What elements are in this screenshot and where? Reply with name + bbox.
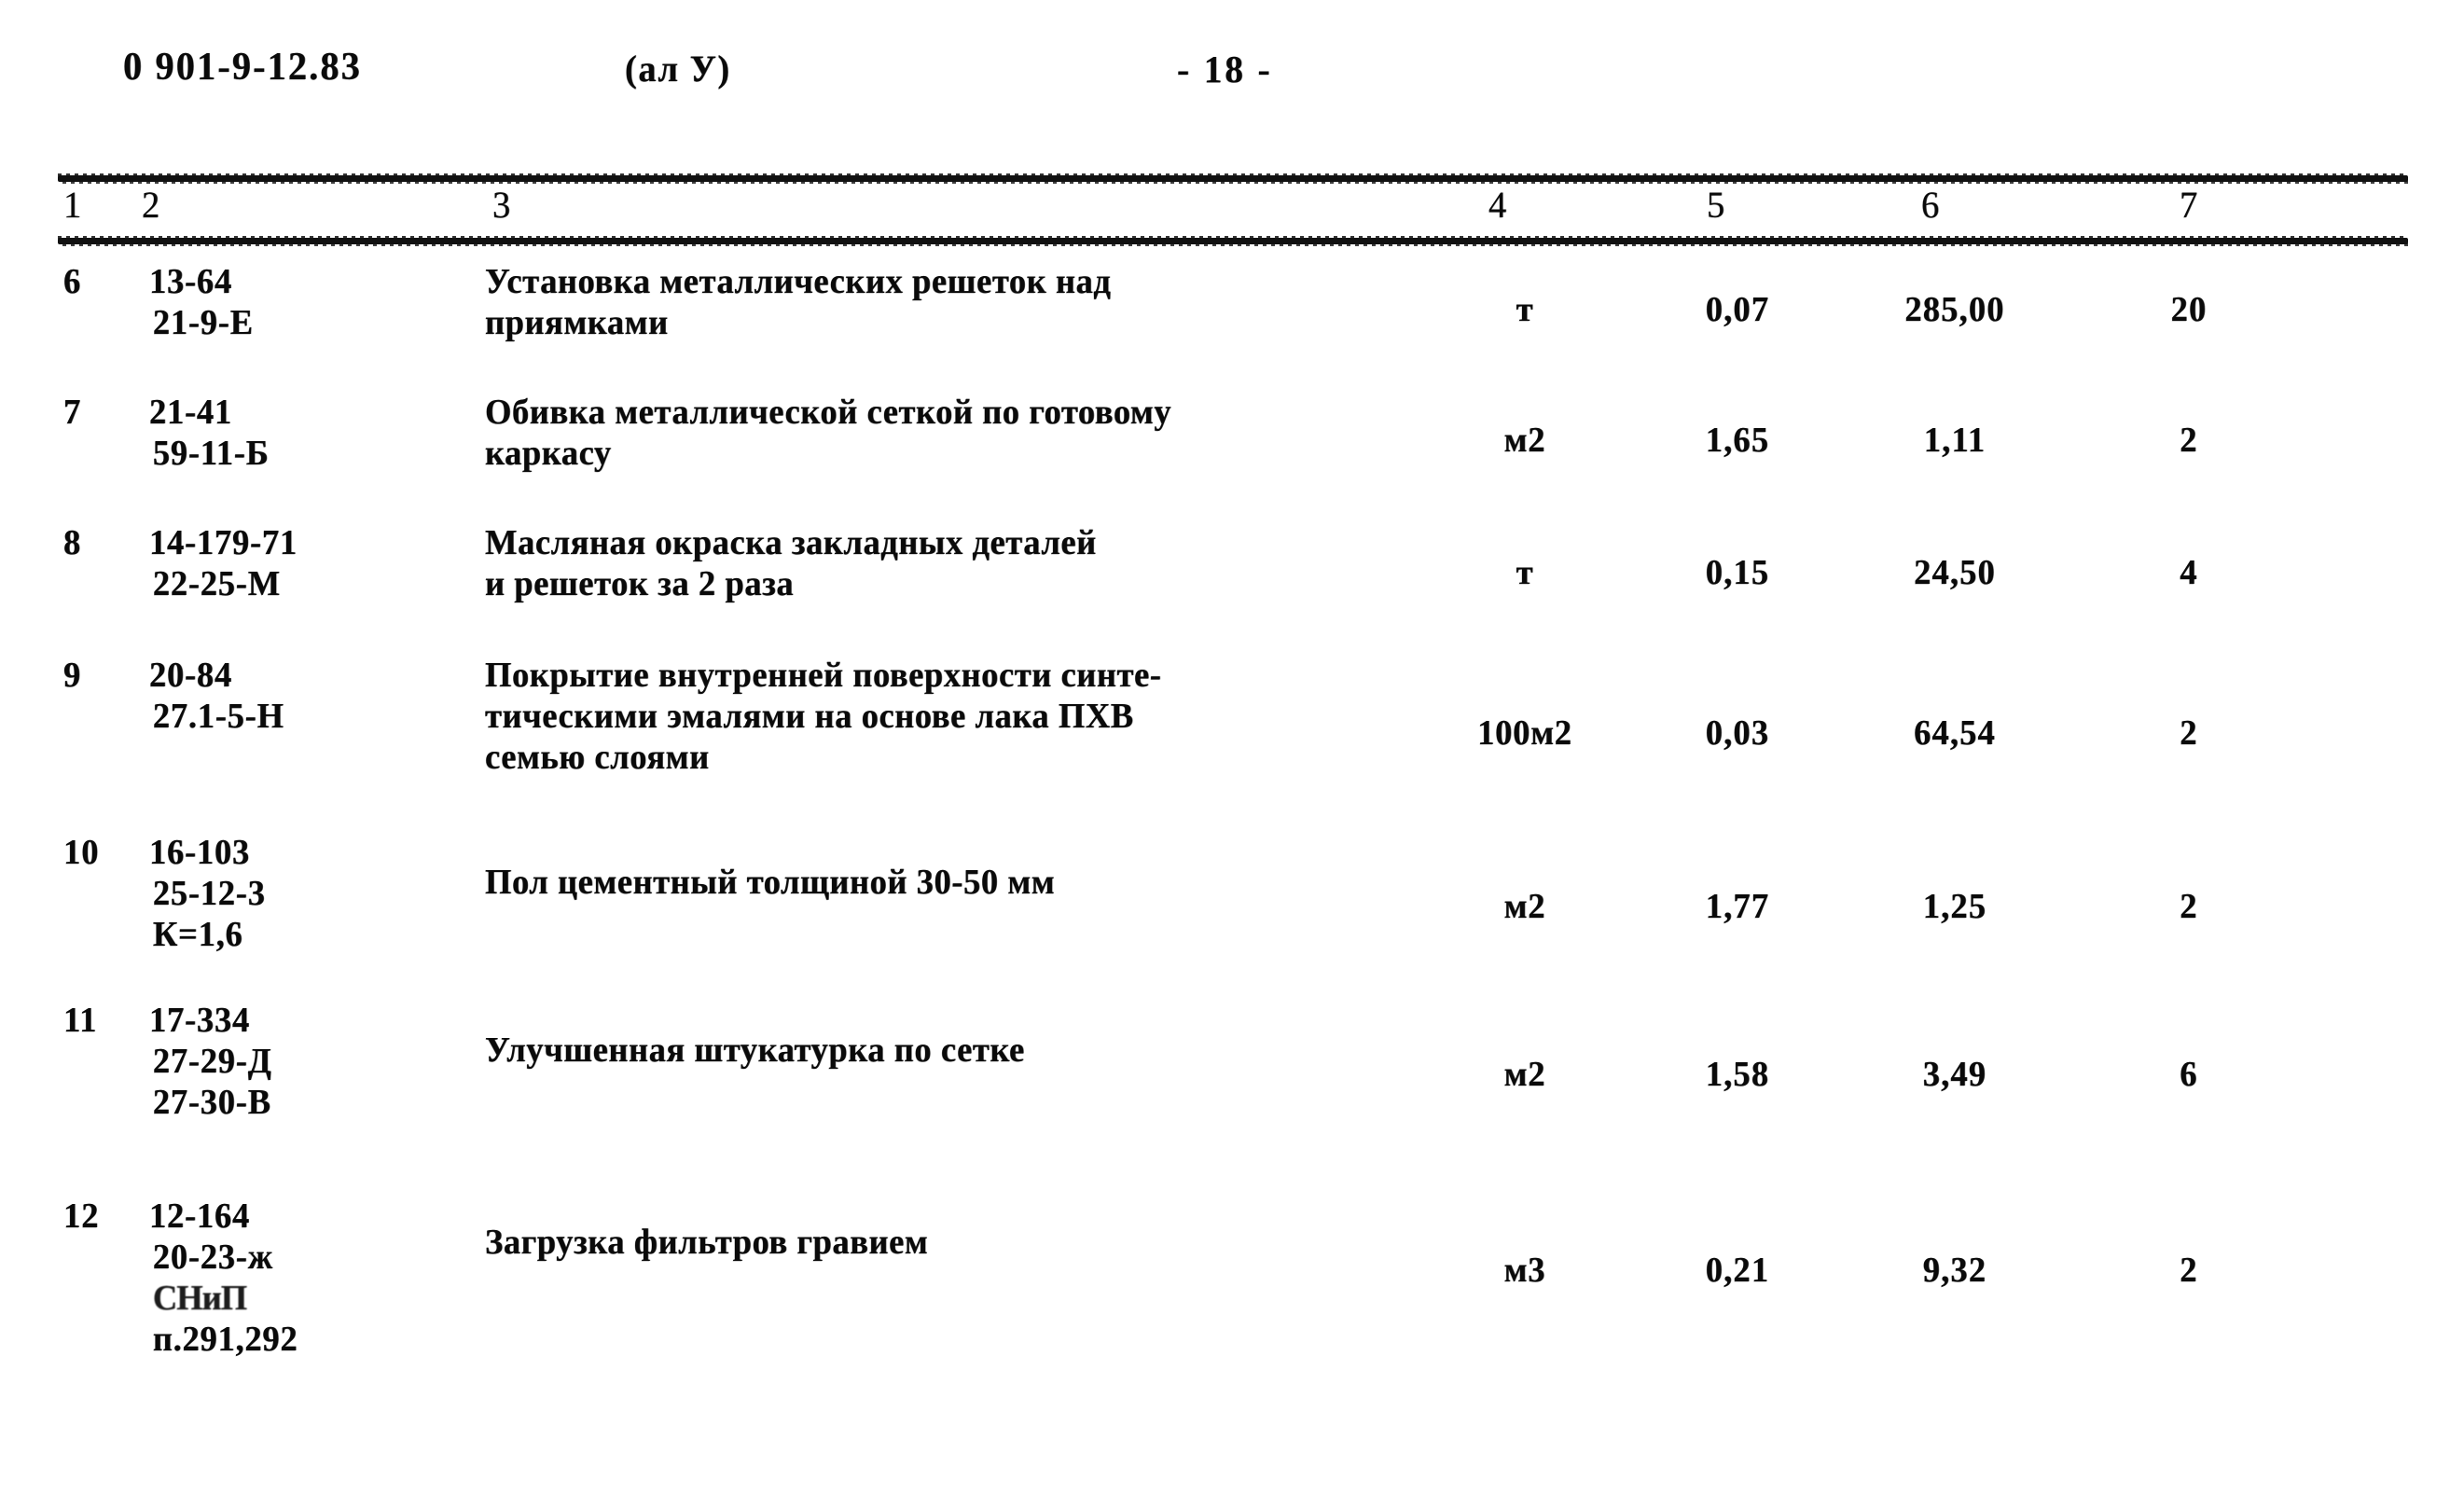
description-line: Пол цементный толщиной 30-50 мм <box>485 863 1056 902</box>
row-last-column: 2 <box>2180 421 2198 460</box>
scanned-page: 0 901-9-12.83 (ал У) - 18 - 1 2 3 4 5 6 … <box>0 0 2464 1508</box>
row-description: Обивка металлической сеткой по готовому к… <box>485 392 1434 474</box>
column-number-6: 6 <box>1921 184 1940 226</box>
description-line: Покрытие внутренней поверхности синте- <box>485 656 1162 695</box>
row-codes: 20-84 27.1-5-Н <box>149 655 284 737</box>
row-quantity: 0,07 <box>1705 290 1770 329</box>
page-number: - 18 - <box>1177 48 1273 90</box>
row-unit: м2 <box>1503 1055 1546 1094</box>
row-unit: т <box>1516 290 1534 329</box>
row-number: 10 <box>63 833 100 872</box>
row-number: 11 <box>63 1001 98 1040</box>
description-line: Загрузка фильтров гравием <box>485 1223 929 1262</box>
row-last-column: 2 <box>2180 887 2198 926</box>
row-codes: 14-179-71 22-25-М <box>149 522 298 604</box>
code-line: 27.1-5-Н <box>152 697 284 736</box>
row-codes: 17-334 27-29-Д 27-30-В <box>149 1000 272 1123</box>
row-unit: т <box>1516 553 1534 592</box>
description-line: Обивка металлической сеткой по готовому <box>485 393 1172 432</box>
row-description: Загрузка фильтров гравием <box>485 1222 1434 1263</box>
column-number-4: 4 <box>1488 184 1507 226</box>
code-line: 59-11-Б <box>152 434 270 473</box>
code-line: К=1,6 <box>152 915 243 954</box>
document-header: 0 901-9-12.83 (ал У) - 18 - <box>0 45 2464 101</box>
row-last-column: 6 <box>2180 1055 2198 1094</box>
row-quantity: 0,21 <box>1705 1251 1770 1290</box>
row-quantity: 1,77 <box>1705 887 1770 926</box>
description-line: тическими эмалями на основе лака ПХВ <box>485 697 1134 736</box>
column-number-5: 5 <box>1707 184 1725 226</box>
code-line: п.291,292 <box>152 1320 298 1359</box>
row-price: 9,32 <box>1922 1251 1987 1290</box>
code-line: 16-103 <box>149 833 250 872</box>
code-line: 21-41 <box>149 393 232 432</box>
row-description: Пол цементный толщиной 30-50 мм <box>485 862 1434 903</box>
row-price: 64,54 <box>1914 713 1996 753</box>
row-price: 1,11 <box>1923 421 1986 460</box>
row-price: 24,50 <box>1914 553 1996 592</box>
row-number: 6 <box>63 262 82 301</box>
description-line: семью слоями <box>485 738 710 777</box>
column-number-3: 3 <box>492 184 511 226</box>
description-line: приямками <box>485 303 669 342</box>
row-description: Улучшенная штукатурка по сетке <box>485 1030 1434 1071</box>
row-unit: м2 <box>1503 421 1546 460</box>
row-last-column: 20 <box>2170 290 2208 329</box>
row-price: 1,25 <box>1922 887 1987 926</box>
code-line: 14-179-71 <box>149 523 298 562</box>
row-last-column: 4 <box>2180 553 2198 592</box>
code-line: 27-29-Д <box>152 1042 272 1081</box>
row-description: Установка металлических решеток над приям… <box>485 261 1434 343</box>
row-number: 7 <box>63 393 82 432</box>
album-label: (ал У) <box>625 48 731 90</box>
row-codes: 16-103 25-12-3 К=1,6 <box>149 832 266 955</box>
row-price: 3,49 <box>1922 1055 1987 1094</box>
code-line: 21-9-Е <box>152 303 254 342</box>
code-line: 20-23-ж <box>152 1238 273 1277</box>
row-quantity: 1,65 <box>1705 421 1770 460</box>
column-number-7: 7 <box>2180 184 2198 226</box>
code-line: СНиП <box>152 1279 247 1318</box>
code-line: 22-25-М <box>152 564 281 603</box>
code-line: 12-164 <box>149 1197 250 1236</box>
description-line: Установка металлических решеток над <box>485 262 1112 301</box>
column-number-1: 1 <box>63 184 82 226</box>
document-code: 0 901-9-12.83 <box>123 46 362 89</box>
row-quantity: 1,58 <box>1705 1055 1770 1094</box>
column-number-2: 2 <box>142 184 160 226</box>
code-line: 25-12-3 <box>152 874 266 913</box>
row-last-column: 2 <box>2180 1251 2198 1290</box>
description-line: каркасу <box>485 434 612 473</box>
code-line: 13-64 <box>149 262 232 301</box>
row-number: 12 <box>63 1197 100 1236</box>
table-top-rule <box>58 173 2408 184</box>
description-line: и решеток за 2 раза <box>485 564 795 603</box>
table-header-rule <box>58 236 2408 246</box>
row-last-column: 2 <box>2180 713 2198 753</box>
row-unit: м2 <box>1503 887 1546 926</box>
row-price: 285,00 <box>1904 290 2005 329</box>
row-number: 9 <box>63 656 82 695</box>
row-number: 8 <box>63 523 82 562</box>
row-quantity: 0,03 <box>1705 713 1770 753</box>
row-unit: 100м2 <box>1477 713 1572 753</box>
row-description: Масляная окраска закладных деталей и реше… <box>485 522 1434 604</box>
row-quantity: 0,15 <box>1705 553 1770 592</box>
column-number-row: 1 2 3 4 5 6 7 <box>0 183 2464 237</box>
row-codes: 21-41 59-11-Б <box>149 392 270 474</box>
description-line: Улучшенная штукатурка по сетке <box>485 1031 1025 1070</box>
row-codes: 13-64 21-9-Е <box>149 261 254 343</box>
row-unit: м3 <box>1503 1251 1546 1290</box>
code-line: 20-84 <box>149 656 232 695</box>
description-line: Масляная окраска закладных деталей <box>485 523 1097 562</box>
code-line: 27-30-В <box>152 1083 271 1122</box>
row-codes: 12-164 20-23-ж СНиП п.291,292 <box>149 1196 298 1360</box>
row-description: Покрытие внутренней поверхности синте-ти… <box>485 655 1434 778</box>
code-line: 17-334 <box>149 1001 250 1040</box>
